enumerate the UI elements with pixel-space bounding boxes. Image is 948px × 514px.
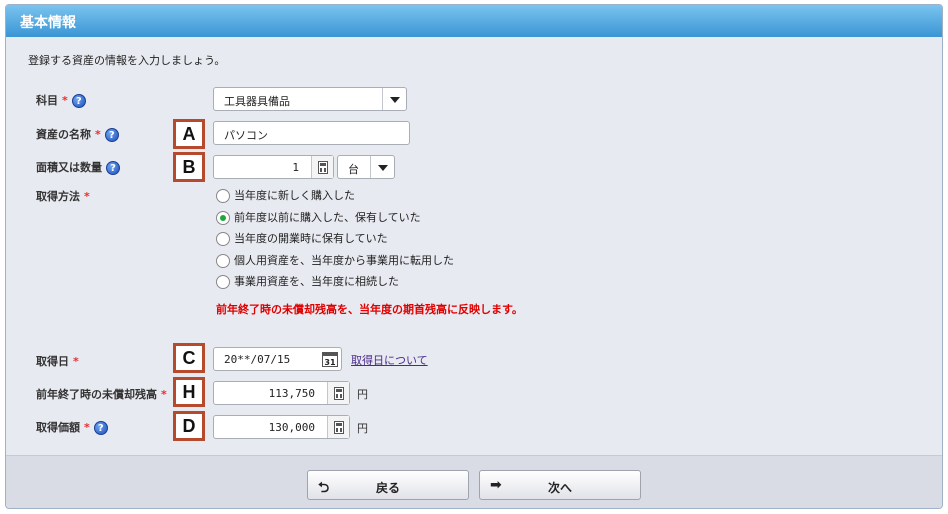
account-label-text: 科目 <box>36 94 58 107</box>
basic-info-panel: 基本情報 登録する資産の情報を入力しましょう。 科目 *? 工具器具備品 資産の名… <box>5 4 943 509</box>
quantity-input[interactable]: 1 <box>213 155 334 179</box>
chevron-down-icon[interactable] <box>382 88 406 110</box>
quantity-label: 面積又は数量? <box>36 159 120 175</box>
radio-button[interactable] <box>216 189 230 203</box>
marker-b: B <box>173 152 205 182</box>
required-mark: * <box>95 128 101 141</box>
radio-option-opening[interactable]: 当年度の開業時に保有していた <box>216 230 388 246</box>
acquisition-method-label: 取得方法 * <box>36 188 90 204</box>
prior-book-value-value: 113,750 <box>268 387 315 400</box>
radio-button[interactable] <box>216 232 230 246</box>
asset-name-input[interactable]: パソコン <box>213 121 410 145</box>
help-icon[interactable]: ? <box>104 128 119 142</box>
help-icon[interactable]: ? <box>106 161 120 175</box>
required-mark: * <box>62 94 68 107</box>
back-button[interactable]: ⮌ 戻る <box>307 470 469 500</box>
required-mark: * <box>161 388 167 401</box>
radio-label: 個人用資産を、当年度から事業用に転用した <box>234 254 454 267</box>
notice-text: 前年終了時の未償却残高を、当年度の期首残高に反映します。 <box>216 303 523 316</box>
radio-option-prior-purchase[interactable]: 前年度以前に購入した、保有していた <box>216 209 421 225</box>
intro-text: 登録する資産の情報を入力しましょう。 <box>28 54 226 67</box>
calculator-button[interactable] <box>327 382 349 404</box>
asset-name-label: 資産の名称 *? <box>36 126 119 142</box>
chevron-down-icon[interactable] <box>370 156 394 178</box>
help-icon[interactable]: ? <box>93 421 108 435</box>
radio-button-checked[interactable] <box>216 211 230 225</box>
prior-book-value-label: 前年終了時の未償却残高 * <box>36 386 167 402</box>
required-mark: * <box>73 355 79 368</box>
calculator-icon <box>334 387 344 400</box>
marker-h: H <box>173 377 205 407</box>
calendar-icon[interactable]: 31 <box>322 352 338 367</box>
acquisition-price-value: 130,000 <box>268 421 315 434</box>
prior-book-value-label-text: 前年終了時の未償却残高 <box>36 388 157 401</box>
calculator-button[interactable] <box>327 416 349 438</box>
account-select-value: 工具器具備品 <box>224 95 290 108</box>
radio-label: 当年度の開業時に保有していた <box>234 232 388 245</box>
acquisition-method-label-text: 取得方法 <box>36 190 80 203</box>
account-label: 科目 *? <box>36 92 86 108</box>
form-body: 登録する資産の情報を入力しましょう。 科目 *? 工具器具備品 資産の名称 *? A… <box>6 37 942 455</box>
radio-label: 前年度以前に購入した、保有していた <box>234 211 421 224</box>
acquisition-date-help-link[interactable]: 取得日について <box>351 352 428 368</box>
marker-c: C <box>173 343 205 373</box>
next-button-label: 次へ <box>547 481 572 495</box>
acquisition-price-label-text: 取得価額 <box>36 421 80 434</box>
calculator-button[interactable] <box>311 156 333 178</box>
acquisition-price-label: 取得価額 *? <box>36 419 108 435</box>
radio-option-new-purchase[interactable]: 当年度に新しく購入した <box>216 187 355 203</box>
prior-book-value-input[interactable]: 113,750 <box>213 381 350 405</box>
next-button[interactable]: ➡ 次へ <box>479 470 641 500</box>
calculator-icon <box>334 421 344 434</box>
marker-d: D <box>173 411 205 441</box>
footer-bar: ⮌ 戻る ➡ 次へ <box>6 455 942 508</box>
acquisition-date-label-text: 取得日 <box>36 355 69 368</box>
required-mark: * <box>84 421 90 434</box>
acquisition-date-value: 20**/07/15 <box>224 353 291 366</box>
back-button-label: 戻る <box>375 481 400 495</box>
radio-button[interactable] <box>216 275 230 289</box>
acquisition-price-input[interactable]: 130,000 <box>213 415 350 439</box>
radio-label: 当年度に新しく購入した <box>234 189 355 202</box>
required-mark: * <box>84 190 90 203</box>
acquisition-date-input[interactable]: 20**/07/15 31 <box>213 347 342 371</box>
asset-name-value: パソコン <box>224 129 268 142</box>
radio-button[interactable] <box>216 254 230 268</box>
help-icon[interactable]: ? <box>71 94 86 108</box>
radio-option-converted[interactable]: 個人用資産を、当年度から事業用に転用した <box>216 252 454 268</box>
marker-a: A <box>173 119 205 149</box>
quantity-label-text: 面積又は数量 <box>36 161 102 174</box>
unit-select-value: 台 <box>348 163 359 176</box>
radio-label: 事業用資産を、当年度に相続した <box>234 275 399 288</box>
calculator-icon <box>318 161 328 174</box>
prior-book-value-unit: 円 <box>357 388 368 401</box>
asset-name-label-text: 資産の名称 <box>36 128 91 141</box>
quantity-value: 1 <box>292 161 299 174</box>
panel-title: 基本情報 <box>6 5 942 37</box>
acquisition-date-label: 取得日 * <box>36 353 79 369</box>
account-select[interactable]: 工具器具備品 <box>213 87 407 111</box>
unit-select[interactable]: 台 <box>337 155 395 179</box>
radio-option-inherited[interactable]: 事業用資産を、当年度に相続した <box>216 273 399 289</box>
acquisition-price-unit: 円 <box>357 422 368 435</box>
